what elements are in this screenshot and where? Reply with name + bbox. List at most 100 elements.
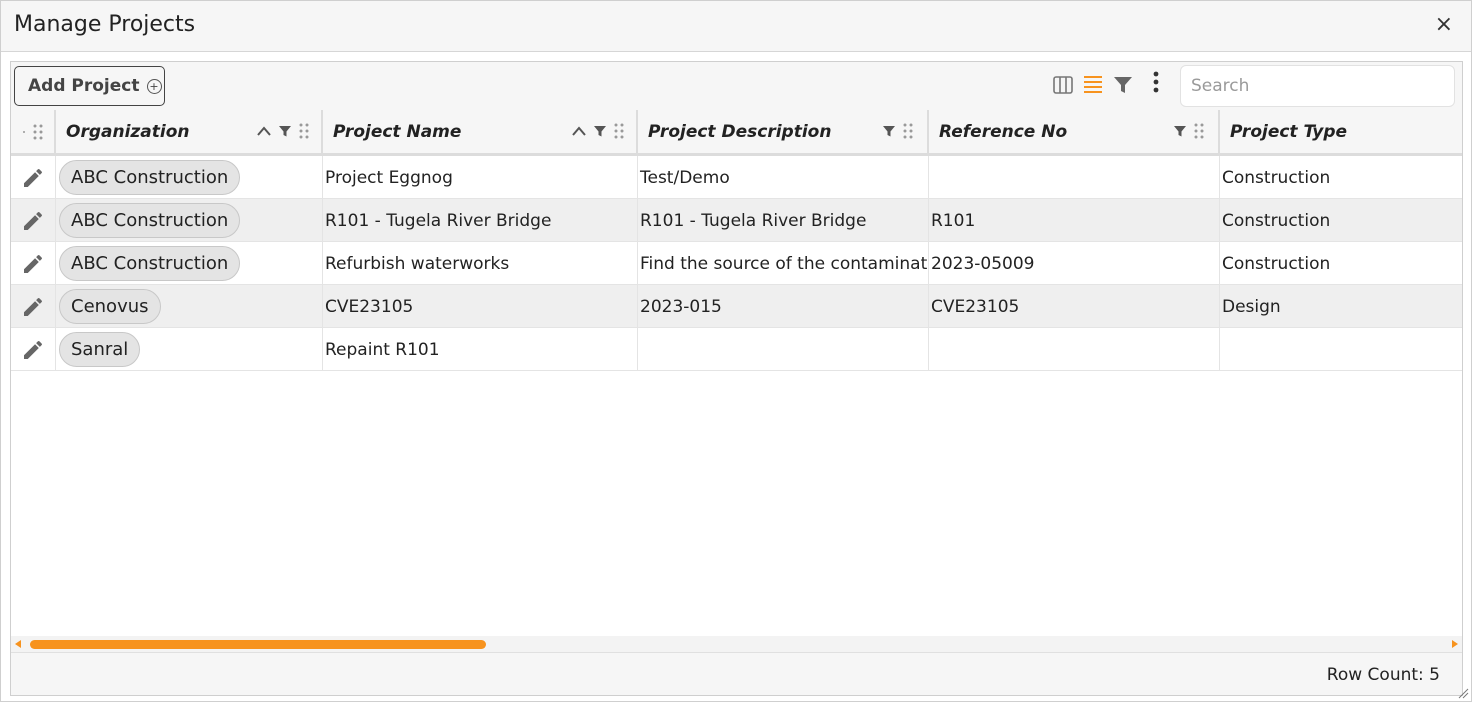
- project-type: Construction: [1222, 210, 1331, 231]
- reference-no: CVE23105: [931, 296, 1020, 317]
- pencil-icon: [24, 340, 42, 359]
- sort-up-icon[interactable]: [256, 124, 272, 138]
- add-project-label: Add Project: [28, 76, 140, 96]
- header-organization-label: Organization: [66, 121, 190, 142]
- resize-grip-icon[interactable]: [1457, 687, 1469, 699]
- organization-chip[interactable]: Sanral: [59, 332, 141, 367]
- edit-button[interactable]: [11, 156, 56, 199]
- organization-cell: ABC Construction: [56, 199, 323, 242]
- pencil-icon: [24, 168, 42, 187]
- reference-no-cell: 2023-05009: [929, 242, 1220, 285]
- table-row[interactable]: ABC Construction R101 - Tugela River Bri…: [11, 199, 1462, 242]
- header-organization[interactable]: Organization: [56, 110, 323, 153]
- plus-circle-icon: +: [146, 78, 162, 94]
- column-filter-icon[interactable]: [593, 124, 607, 138]
- reference-no-cell: [929, 156, 1220, 199]
- scrollbar-thumb[interactable]: [30, 640, 486, 649]
- project-type-cell: Construction: [1220, 199, 1462, 242]
- drag-handle-icon[interactable]: [902, 122, 914, 140]
- scroll-left-icon[interactable]: [15, 640, 21, 648]
- drag-handle-icon[interactable]: [1193, 122, 1205, 140]
- project-name-cell: CVE23105: [323, 285, 638, 328]
- header-reference-no-label: Reference No: [939, 121, 1068, 142]
- project-name-cell: R101 - Tugela River Bridge: [323, 199, 638, 242]
- header-project-description[interactable]: Project Description: [638, 110, 929, 153]
- organization-chip[interactable]: ABC Construction: [59, 160, 241, 195]
- row-count: Row Count: 5: [1326, 665, 1440, 685]
- project-description: R101 - Tugela River Bridge: [640, 210, 867, 231]
- project-name-cell: Project Eggnog: [323, 156, 638, 199]
- table-row[interactable]: ABC Construction Refurbish waterworks Fi…: [11, 242, 1462, 285]
- project-name: R101 - Tugela River Bridge: [325, 210, 552, 231]
- project-type-cell: Construction: [1220, 242, 1462, 285]
- header-edit-column[interactable]: [11, 110, 56, 153]
- column-filter-icon[interactable]: [278, 124, 292, 138]
- edit-button[interactable]: [11, 328, 56, 371]
- drag-handle-icon[interactable]: [21, 123, 45, 141]
- project-description-cell: 2023-015: [638, 285, 929, 328]
- pencil-icon: [24, 211, 42, 230]
- project-description: Test/Demo: [640, 167, 730, 188]
- project-type: Construction: [1222, 167, 1331, 188]
- table-row[interactable]: ABC Construction Project Eggnog Test/Dem…: [11, 156, 1462, 199]
- project-name: CVE23105: [325, 296, 414, 317]
- project-type: Construction: [1222, 253, 1331, 274]
- reference-no: R101: [931, 210, 976, 231]
- project-description-cell: Test/Demo: [638, 156, 929, 199]
- organization-chip[interactable]: ABC Construction: [59, 203, 241, 238]
- density-icon[interactable]: [1082, 74, 1106, 98]
- pencil-icon: [24, 254, 42, 273]
- drag-handle-icon[interactable]: [298, 122, 310, 140]
- organization-cell: Sanral: [56, 328, 323, 371]
- search-input[interactable]: [1180, 65, 1455, 107]
- header-project-type[interactable]: Project Type: [1220, 110, 1462, 153]
- project-type-cell: Design: [1220, 285, 1462, 328]
- edit-button[interactable]: [11, 285, 56, 328]
- header-project-name-label: Project Name: [333, 121, 462, 142]
- filter-icon[interactable]: [1112, 74, 1136, 98]
- column-filter-icon[interactable]: [882, 124, 896, 138]
- projects-grid: Add Project + Search Organization Projec…: [10, 61, 1463, 696]
- table-row[interactable]: Sanral Repaint R101: [11, 328, 1462, 371]
- project-description: 2023-015: [640, 296, 722, 317]
- project-description-cell: R101 - Tugela River Bridge: [638, 199, 929, 242]
- edit-button[interactable]: [11, 242, 56, 285]
- project-type-cell: Construction: [1220, 156, 1462, 199]
- table-row[interactable]: Cenovus CVE23105 2023-015 CVE23105 Desig…: [11, 285, 1462, 328]
- horizontal-scrollbar[interactable]: [11, 636, 1462, 652]
- add-project-button[interactable]: Add Project +: [14, 66, 165, 106]
- project-description-cell: Find the source of the contaminatio: [638, 242, 929, 285]
- project-type-cell: [1220, 328, 1462, 371]
- grid-header-row: Organization Project Name Project Descri…: [11, 110, 1462, 156]
- sort-up-icon[interactable]: [571, 124, 587, 138]
- project-description-cell: [638, 328, 929, 371]
- header-project-description-label: Project Description: [648, 121, 832, 142]
- grid-toolbar: Add Project +: [11, 62, 1462, 110]
- dialog-title: Manage Projects: [14, 12, 196, 37]
- pencil-icon: [24, 297, 42, 316]
- header-reference-no[interactable]: Reference No: [929, 110, 1220, 153]
- project-description: Find the source of the contaminatio: [640, 253, 929, 274]
- header-project-type-label: Project Type: [1230, 121, 1348, 142]
- project-name-cell: Refurbish waterworks: [323, 242, 638, 285]
- close-button[interactable]: ×: [1435, 13, 1453, 37]
- organization-cell: ABC Construction: [56, 242, 323, 285]
- project-name: Project Eggnog: [325, 167, 453, 188]
- reference-no-cell: [929, 328, 1220, 371]
- reference-no-cell: CVE23105: [929, 285, 1220, 328]
- header-project-name[interactable]: Project Name: [323, 110, 638, 153]
- column-filter-icon[interactable]: [1173, 124, 1187, 138]
- organization-cell: Cenovus: [56, 285, 323, 328]
- organization-chip[interactable]: ABC Construction: [59, 246, 241, 281]
- columns-icon[interactable]: [1052, 74, 1076, 98]
- grid-footer: Row Count: 5: [11, 652, 1462, 695]
- dialog-header: Manage Projects ×: [1, 1, 1471, 52]
- more-vertical-icon[interactable]: [1149, 70, 1173, 94]
- drag-handle-icon[interactable]: [613, 122, 625, 140]
- scroll-right-icon[interactable]: [1452, 640, 1458, 648]
- organization-cell: ABC Construction: [56, 156, 323, 199]
- organization-chip[interactable]: Cenovus: [59, 289, 161, 324]
- reference-no: 2023-05009: [931, 253, 1035, 274]
- reference-no-cell: R101: [929, 199, 1220, 242]
- edit-button[interactable]: [11, 199, 56, 242]
